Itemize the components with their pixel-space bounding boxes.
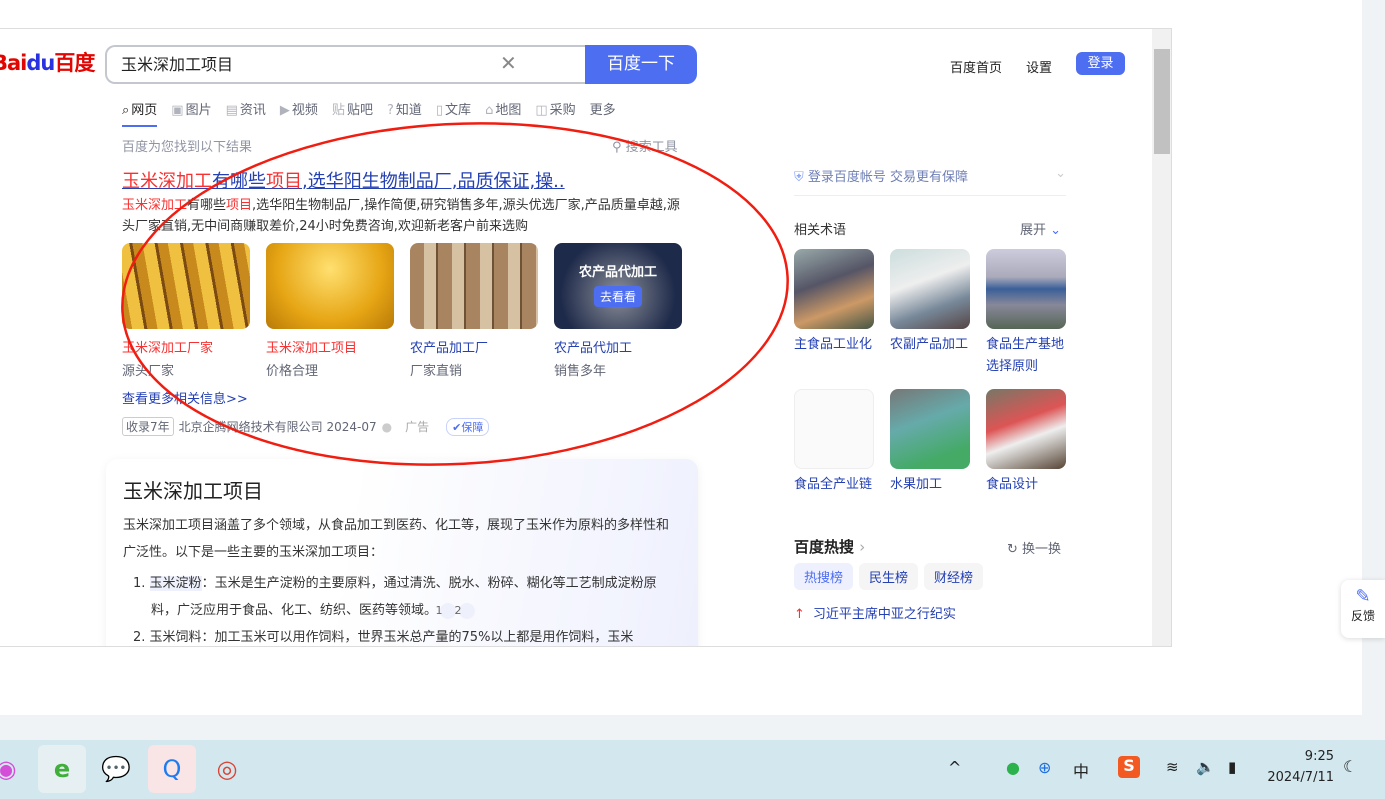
wechat-tray-icon[interactable]: ● [1006,758,1020,777]
pen-icon: ✎ [1355,586,1371,607]
moon-icon[interactable]: ☾ [1343,757,1357,776]
ai-app-icon[interactable]: ◉ [0,745,30,793]
wechat-icon[interactable]: 💬 [92,745,140,793]
chevron-up-icon[interactable]: ^ [948,758,961,777]
search-app-icon[interactable]: Q [148,745,196,793]
browser-window: Baidu百度 玉米深加工项目 ✕ 百度一下 百度首页 设置 登录 ⌕网页 ▣图… [0,0,1362,715]
baidu-results-page: Baidu百度 玉米深加工项目 ✕ 百度一下 百度首页 设置 登录 ⌕网页 ▣图… [0,28,1172,647]
battery-icon[interactable]: ▮ [1228,758,1236,776]
ie-browser-icon[interactable]: e [38,745,86,793]
scrollbar-thumb[interactable] [1154,49,1170,154]
taskbar: ◉ e 💬 Q ◎ ^ ● ⊕ 中 S ≋ 🔈 ▮ 9:25 2024/7/11 … [0,740,1385,799]
chrome-icon[interactable]: ◎ [203,745,251,793]
sync-tray-icon[interactable]: ⊕ [1038,758,1051,777]
clock[interactable]: 9:25 2024/7/11 [1262,746,1334,788]
wifi-icon[interactable]: ≋ [1166,758,1179,776]
red-annotation-ellipse [121,122,789,466]
volume-icon[interactable]: 🔈 [1196,758,1215,776]
feedback-button[interactable]: ✎ 反馈 [1341,580,1385,638]
ime-indicator[interactable]: 中 [1073,758,1089,782]
sogou-icon[interactable]: S [1118,756,1140,778]
